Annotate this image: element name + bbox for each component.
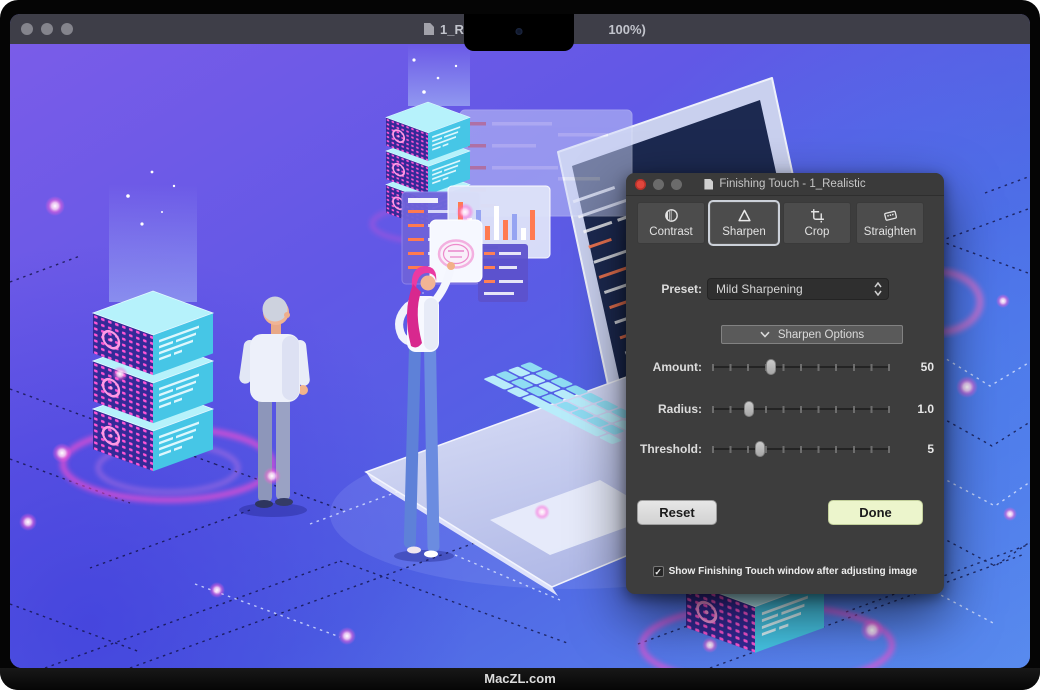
display-notch xyxy=(464,14,574,51)
straighten-icon xyxy=(883,208,898,223)
preset-dropdown[interactable]: Mild Sharpening xyxy=(707,278,889,300)
radius-value: 1.0 xyxy=(898,402,934,416)
threshold-label: Threshold: xyxy=(637,442,707,456)
dialog-window-controls xyxy=(635,179,682,190)
reset-button[interactable]: Reset xyxy=(637,500,717,525)
slider-thumb[interactable] xyxy=(744,401,754,417)
watermark: MacZL.com xyxy=(0,668,1040,690)
dialog-close-button[interactable] xyxy=(635,179,646,190)
document-icon xyxy=(704,179,713,190)
tab-sharpen[interactable]: Sharpen xyxy=(710,202,778,244)
code-panel-small xyxy=(478,244,528,302)
checkbox-label: Show Finishing Touch window after adjust… xyxy=(669,566,918,577)
window-controls xyxy=(21,23,73,35)
tab-straighten[interactable]: Straighten xyxy=(856,202,924,244)
camera-icon xyxy=(516,28,523,35)
radius-label: Radius: xyxy=(637,402,707,416)
zoom-button[interactable] xyxy=(61,23,73,35)
done-button[interactable]: Done xyxy=(828,500,923,525)
dialog-zoom-button[interactable] xyxy=(671,179,682,190)
checkbox[interactable]: ✓ xyxy=(653,566,664,577)
document-icon xyxy=(424,23,434,35)
macbook-display: 1_Rea 100%) xyxy=(0,0,1040,690)
stepper-icon xyxy=(871,280,884,298)
contrast-icon xyxy=(664,208,679,223)
window-title-right: 100%) xyxy=(608,22,646,37)
close-button[interactable] xyxy=(21,23,33,35)
light-beam xyxy=(109,184,197,302)
amount-value: 50 xyxy=(898,360,934,374)
threshold-row: Threshold: 5 xyxy=(637,441,934,457)
preset-row: Preset: Mild Sharpening xyxy=(637,278,934,300)
slider-thumb[interactable] xyxy=(755,441,765,457)
radius-slider[interactable] xyxy=(712,401,890,417)
tab-crop[interactable]: Crop xyxy=(783,202,851,244)
threshold-value: 5 xyxy=(898,442,934,456)
threshold-slider[interactable] xyxy=(712,441,890,457)
sharpen-icon xyxy=(737,208,752,223)
amount-label: Amount: xyxy=(637,360,707,374)
crop-icon xyxy=(810,208,825,223)
amount-row: Amount: 50 xyxy=(637,359,934,375)
radius-row: Radius: 1.0 xyxy=(637,401,934,417)
preset-label: Preset: xyxy=(637,282,707,296)
desktop-screen: 1_Rea 100%) xyxy=(10,14,1030,668)
preset-value: Mild Sharpening xyxy=(716,282,871,296)
sharpen-options-button[interactable]: Sharpen Options xyxy=(721,325,903,344)
minimize-button[interactable] xyxy=(41,23,53,35)
adjustment-tabs: Contrast Sharpen Crop xyxy=(637,202,924,244)
show-window-checkbox-row: ✓ Show Finishing Touch window after adju… xyxy=(626,566,944,577)
dialog-minimize-button[interactable] xyxy=(653,179,664,190)
touch-card xyxy=(430,220,482,282)
finishing-touch-dialog: Finishing Touch - 1_Realistic Contrast S… xyxy=(626,173,944,594)
dialog-title: Finishing Touch - 1_Realistic xyxy=(719,178,865,190)
tab-contrast[interactable]: Contrast xyxy=(637,202,705,244)
dialog-titlebar[interactable]: Finishing Touch - 1_Realistic xyxy=(626,173,944,196)
chevron-down-icon xyxy=(760,331,770,338)
slider-thumb[interactable] xyxy=(766,359,776,375)
slider-ticks xyxy=(712,364,890,371)
light-beam xyxy=(408,44,470,106)
slider-ticks xyxy=(712,406,890,413)
slider-ticks xyxy=(712,446,890,453)
amount-slider[interactable] xyxy=(712,359,890,375)
